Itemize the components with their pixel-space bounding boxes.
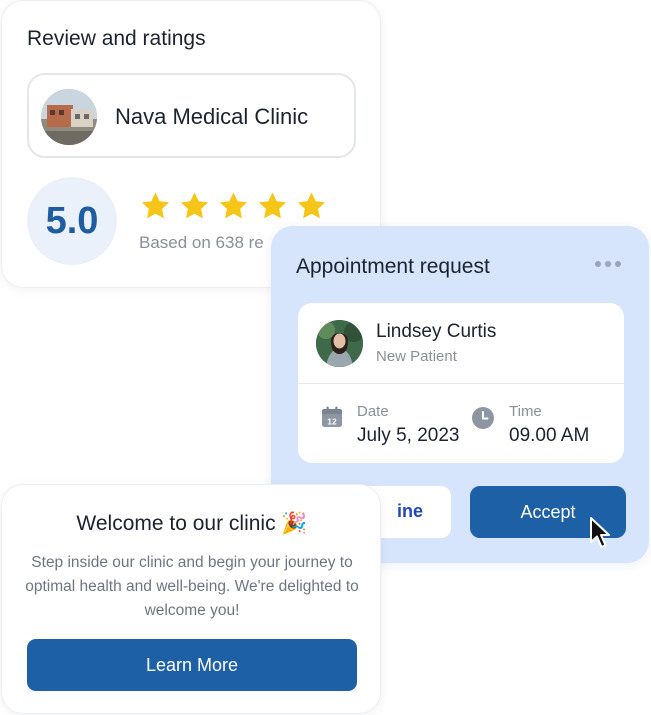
date-label: Date bbox=[357, 403, 389, 420]
calendar-icon: 12 bbox=[322, 406, 342, 427]
star-icon bbox=[141, 192, 170, 219]
decline-button-label: ine bbox=[396, 501, 423, 521]
calendar-day: 12 bbox=[327, 417, 337, 427]
appointment-details: Lindsey Curtis New Patient 12 Date July … bbox=[298, 303, 624, 463]
patient-name: Lindsey Curtis bbox=[376, 321, 497, 342]
clinic-photo bbox=[41, 89, 97, 145]
clock-icon bbox=[472, 407, 494, 429]
patient-avatar bbox=[316, 320, 363, 367]
clinic-info-box[interactable]: Nava Medical Clinic bbox=[27, 73, 356, 158]
star-icon bbox=[297, 192, 326, 219]
star-icon bbox=[258, 192, 287, 219]
review-count-text: Based on 638 re bbox=[139, 233, 264, 252]
star-icon bbox=[219, 192, 248, 219]
star-icon bbox=[180, 192, 209, 219]
rating-stars bbox=[139, 190, 328, 222]
patient-type: New Patient bbox=[376, 348, 457, 365]
time-label: Time bbox=[509, 403, 542, 420]
welcome-body: Step inside our clinic and begin your jo… bbox=[25, 554, 359, 619]
mouse-cursor-icon bbox=[590, 517, 610, 548]
divider bbox=[298, 383, 624, 384]
time-value: 09.00 AM bbox=[509, 425, 590, 446]
learn-more-button[interactable]: Learn More bbox=[27, 639, 357, 691]
welcome-card: Welcome to our clinic 🎉 Step inside our … bbox=[1, 484, 381, 714]
more-dots-icon[interactable] bbox=[595, 261, 621, 267]
appointment-title: Appointment request bbox=[296, 255, 490, 278]
review-title: Review and ratings bbox=[27, 27, 206, 50]
clinic-name: Nava Medical Clinic bbox=[115, 104, 309, 129]
date-value: July 5, 2023 bbox=[357, 425, 460, 446]
welcome-title: Welcome to our clinic 🎉 bbox=[76, 512, 308, 535]
rating-score: 5.0 bbox=[27, 177, 117, 265]
